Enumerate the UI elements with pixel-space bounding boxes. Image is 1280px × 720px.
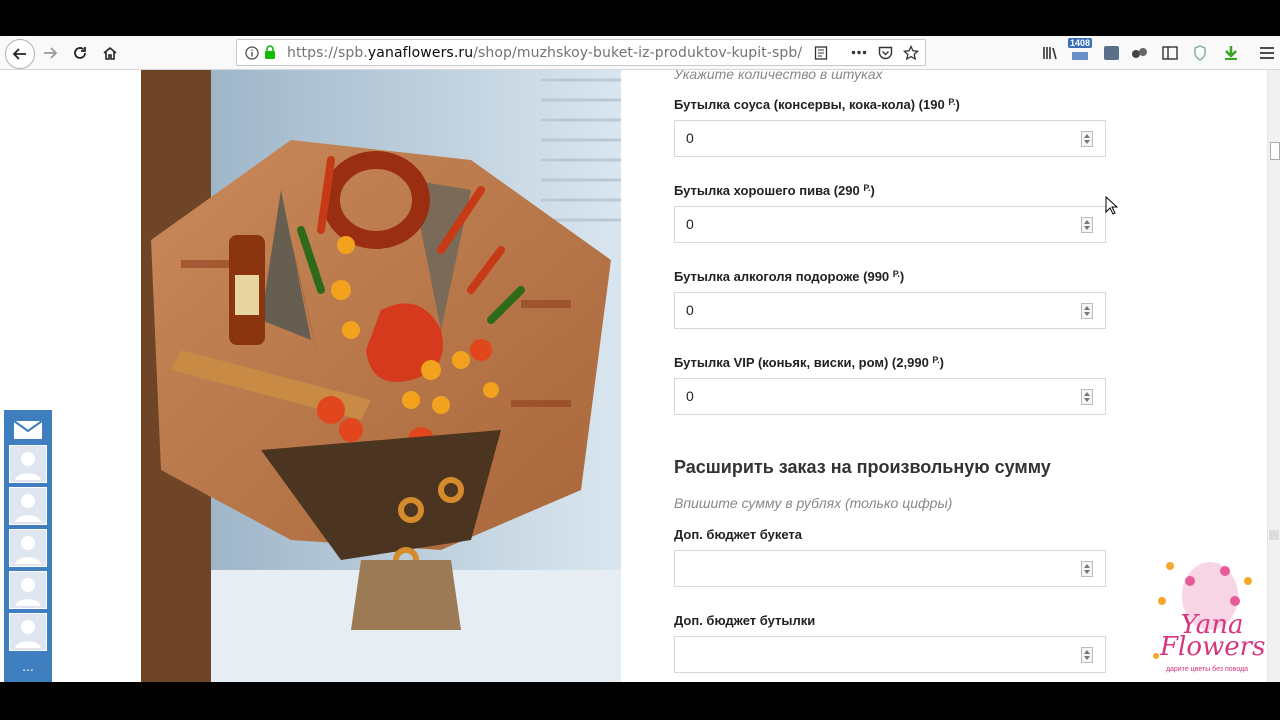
avatar-5[interactable] <box>9 613 47 651</box>
budget-bottle-spinner[interactable] <box>1081 647 1093 663</box>
web-page: Укажите количество в штуках Бутылка соус… <box>0 70 1267 682</box>
picture-extension-icon <box>1103 46 1119 60</box>
shield-icon <box>1194 45 1206 61</box>
forward-arrow-icon <box>44 47 58 59</box>
user-placeholder-icon <box>15 536 41 564</box>
mouse-cursor-icon <box>1105 196 1119 215</box>
extension-icon <box>1072 52 1088 60</box>
info-icon[interactable] <box>245 46 259 60</box>
user-placeholder-icon <box>15 578 41 606</box>
alcohol-bottle-quantity-input[interactable]: 0 <box>674 292 1106 329</box>
quantity-hint: Укажите количество в штуках <box>674 70 883 82</box>
vip-bottle-quantity-input[interactable]: 0 <box>674 378 1106 415</box>
alcohol-bottle-label: Бутылка алкоголя подороже (990 Р.) <box>674 269 905 284</box>
back-button[interactable] <box>5 39 35 69</box>
user-placeholder-icon <box>15 452 41 480</box>
top-letterbox <box>0 0 1280 36</box>
sauce-bottle-spinner[interactable] <box>1081 131 1093 147</box>
avatar-2[interactable] <box>9 487 47 525</box>
library-button[interactable] <box>1038 40 1064 66</box>
pocket-icon[interactable] <box>878 46 893 60</box>
reader-view-icon[interactable] <box>814 46 828 60</box>
beer-bottle-quantity-input[interactable]: 0 <box>674 206 1106 243</box>
reload-button[interactable] <box>67 40 93 66</box>
alcohol-bottle-quantity-value: 0 <box>686 302 694 318</box>
page-scrollbar[interactable] <box>1267 70 1280 682</box>
library-icon <box>1043 47 1057 60</box>
budget-bouquet-label: Доп. бюджет букета <box>674 527 802 542</box>
extension-button-3[interactable] <box>1127 40 1153 66</box>
home-icon <box>103 46 117 60</box>
logo-tagline: дарите цветы без повода <box>1165 666 1249 673</box>
alcohol-bottle-spinner[interactable] <box>1081 303 1093 319</box>
menu-button[interactable] <box>1254 40 1280 66</box>
beer-bottle-label: Бутылка хорошего пива (290 Р.) <box>674 183 875 198</box>
vip-bottle-label: Бутылка VIP (коньяк, виски, ром) (2,990 … <box>674 355 944 370</box>
vip-bottle-spinner[interactable] <box>1081 389 1093 405</box>
envelope-icon <box>13 420 43 439</box>
lock-icon[interactable] <box>264 45 276 60</box>
vip-bottle-quantity-value: 0 <box>686 388 694 404</box>
back-arrow-icon <box>12 48 26 60</box>
home-button[interactable] <box>97 40 123 66</box>
extension-badge-button[interactable]: 1408 <box>1066 38 1096 66</box>
glasses-icon <box>1132 48 1147 58</box>
beer-bottle-quantity-value: 0 <box>686 216 694 232</box>
avatar-1[interactable] <box>9 445 47 483</box>
address-bar[interactable]: https://spb.yanaflowers.ru/shop/muzhskoy… <box>236 39 926 66</box>
hamburger-menu-icon <box>1260 47 1274 59</box>
budget-bottle-label: Доп. бюджет бутылки <box>674 613 816 628</box>
yanaflowers-logo: Yana Flowers дарите цветы без повода <box>1150 556 1266 680</box>
logo-text: Yana Flowers <box>1160 612 1266 662</box>
beer-bottle-spinner[interactable] <box>1081 217 1093 233</box>
green-download-icon <box>1225 46 1237 60</box>
scrollbar-thumb[interactable] <box>1269 530 1279 540</box>
sidebar-icon <box>1162 46 1178 60</box>
scrollbar-grip[interactable] <box>1270 142 1280 160</box>
logo-line-2: Flowers <box>1160 632 1266 662</box>
budget-bottle-input[interactable] <box>674 636 1106 673</box>
budget-bouquet-input[interactable] <box>674 550 1106 587</box>
sauce-bottle-quantity-value: 0 <box>686 130 694 146</box>
user-placeholder-icon <box>15 620 41 648</box>
product-photo <box>141 70 621 682</box>
user-placeholder-icon <box>15 494 41 522</box>
social-share-panel: ... <box>4 410 52 682</box>
more-avatars-button[interactable]: ... <box>4 658 52 674</box>
extension-button-2[interactable] <box>1098 40 1124 66</box>
sidebar-toggle-button[interactable] <box>1157 40 1183 66</box>
avatar-3[interactable] <box>9 529 47 567</box>
bottom-letterbox <box>0 682 1280 720</box>
badge-count: 1408 <box>1068 38 1093 48</box>
shield-extension-button[interactable] <box>1187 40 1213 66</box>
sauce-bottle-label: Бутылка соуса (консервы, кока-кола) (190… <box>674 97 960 112</box>
budget-bouquet-spinner[interactable] <box>1081 561 1093 577</box>
bookmark-star-icon[interactable] <box>903 45 919 61</box>
sum-hint: Впишите сумму в рублях (только цифры) <box>674 495 953 511</box>
browser-toolbar: https://spb.yanaflowers.ru/shop/muzhskoy… <box>0 36 1280 70</box>
avatar-4[interactable] <box>9 571 47 609</box>
reload-icon <box>74 47 86 59</box>
forward-button[interactable] <box>37 40 63 66</box>
url-text[interactable]: https://spb.yanaflowers.ru/shop/muzhskoy… <box>287 45 802 61</box>
more-actions-icon[interactable] <box>851 50 867 55</box>
download-extension-button[interactable] <box>1218 40 1244 66</box>
bouquet-image <box>141 70 621 682</box>
extend-order-title: Расширить заказ на произвольную сумму <box>674 457 1051 477</box>
sauce-bottle-quantity-input[interactable]: 0 <box>674 120 1106 157</box>
